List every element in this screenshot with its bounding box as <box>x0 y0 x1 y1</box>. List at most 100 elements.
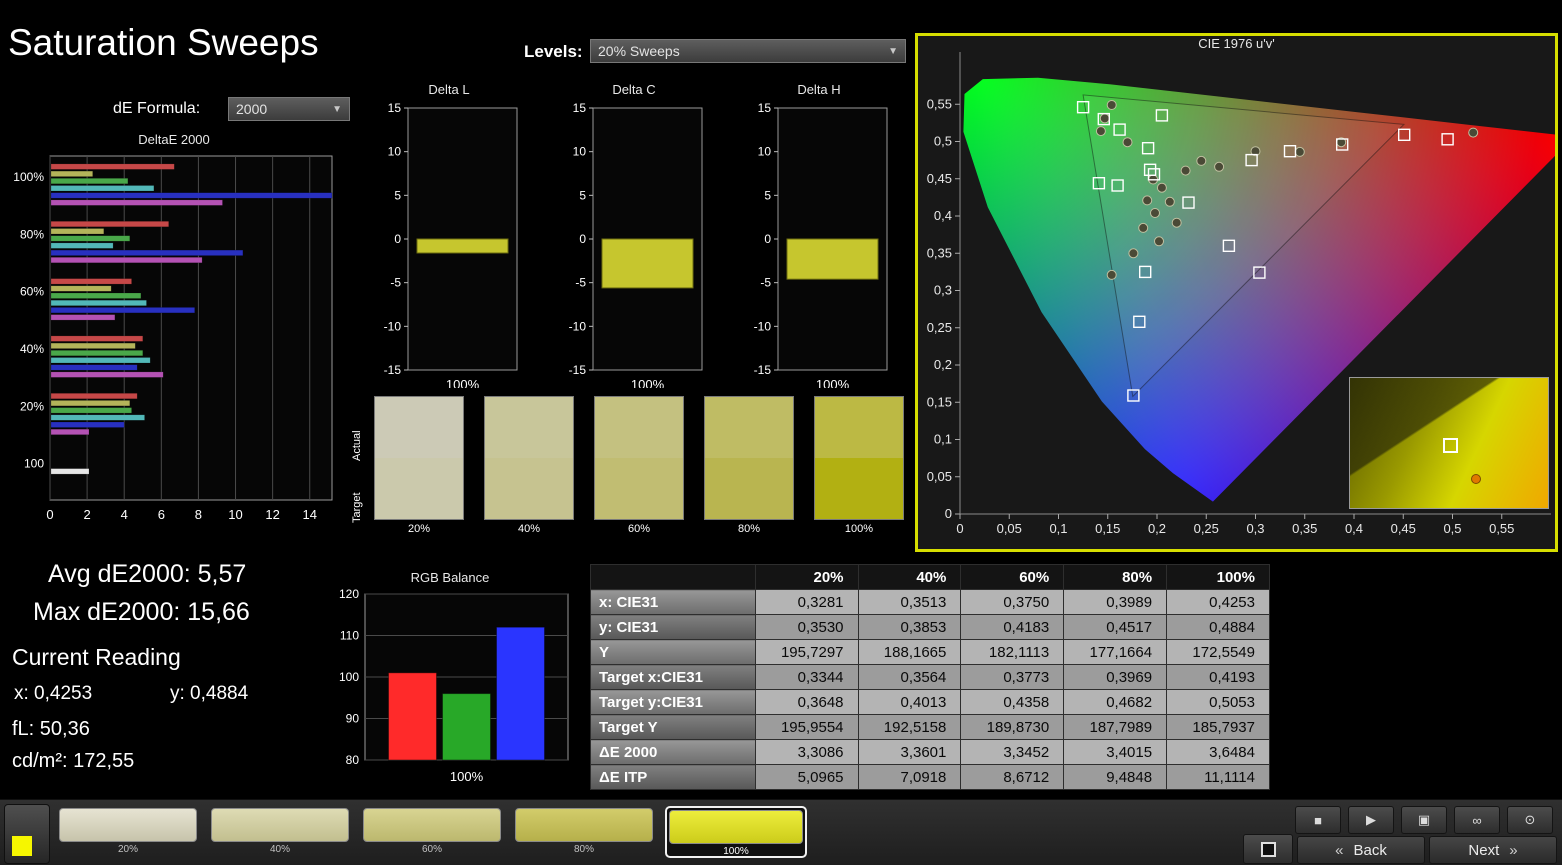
actual-target-swatch <box>704 396 794 520</box>
target-swatch <box>485 458 573 519</box>
table-row-label: ΔE 2000 <box>590 739 756 765</box>
swatch-column-label: 60% <box>627 523 651 535</box>
swatch-column-label: 20% <box>407 523 431 535</box>
pattern-level-swatch <box>515 808 653 842</box>
next-button-label: Next <box>1468 841 1500 859</box>
table-cell: 189,8730 <box>960 714 1065 740</box>
table-cell: 0,3344 <box>754 664 859 690</box>
svg-text:0,35: 0,35 <box>927 245 952 260</box>
loop-icon: ∞ <box>1472 812 1482 828</box>
table-cell: 0,3513 <box>857 589 962 615</box>
svg-text:100: 100 <box>339 670 359 684</box>
svg-text:12: 12 <box>265 507 279 522</box>
max-de2000-value: Max dE2000: 15,66 <box>33 598 250 626</box>
inset-measurement-marker <box>1470 474 1481 485</box>
pattern-level-label: 60% <box>421 844 442 855</box>
pattern-display-button[interactable] <box>1243 834 1293 864</box>
cie-diagram-panel[interactable]: CIE 1976 u'v' 0 0,05 0,1 0,15 0,2 0,25 0,3 0,35… <box>915 33 1558 552</box>
svg-text:40%: 40% <box>20 342 44 356</box>
swatch-column-label: 100% <box>844 523 874 535</box>
svg-text:60%: 60% <box>20 285 44 299</box>
table-column-header: 60% <box>960 564 1065 590</box>
levels-dropdown-value: 20% Sweeps <box>598 43 680 59</box>
table-cell: 0,3281 <box>754 589 859 615</box>
pattern-swatch-icon <box>12 836 32 856</box>
table-cell: 0,4358 <box>960 689 1065 715</box>
pattern-level-button-80%[interactable]: 80% <box>513 806 655 858</box>
svg-text:8: 8 <box>195 507 202 522</box>
svg-text:0,55: 0,55 <box>1489 521 1514 536</box>
swatch-column: 80% <box>704 396 794 535</box>
table-column-header: 40% <box>857 564 962 590</box>
table-cell: 11,1114 <box>1166 764 1270 790</box>
rgb-balance-chart-title: RGB Balance <box>410 570 490 585</box>
svg-text:0,3: 0,3 <box>934 283 952 298</box>
record-icon: ▣ <box>1417 812 1431 827</box>
loop-button[interactable]: ∞ <box>1454 806 1500 834</box>
svg-text:0,4: 0,4 <box>934 208 952 223</box>
swatch-column-label: 40% <box>517 523 541 535</box>
target-swatch <box>595 458 683 519</box>
view-button[interactable]: ⊙ <box>1507 806 1553 834</box>
delta-h-chart-title: Delta H <box>797 82 841 97</box>
actual-target-swatch <box>594 396 684 520</box>
table-cell: 177,1664 <box>1063 639 1168 665</box>
pattern-level-button-40%[interactable]: 40% <box>209 806 351 858</box>
swatch-column-label: 80% <box>737 523 761 535</box>
pattern-level-swatch <box>59 808 197 842</box>
pattern-window-thumbnail[interactable] <box>4 804 50 864</box>
back-button[interactable]: « Back <box>1297 836 1425 864</box>
svg-text:10: 10 <box>388 145 402 159</box>
pattern-level-button-100%[interactable]: 100% <box>665 806 807 858</box>
table-cell: 182,1113 <box>960 639 1065 665</box>
chevron-right-icon: » <box>1509 841 1518 859</box>
svg-text:0,15: 0,15 <box>1095 521 1120 536</box>
actual-row-label: Actual <box>351 430 363 461</box>
actual-swatch <box>375 397 463 458</box>
table-column-header: 80% <box>1063 564 1168 590</box>
actual-target-swatch <box>484 396 574 520</box>
table-cell: 9,4848 <box>1063 764 1168 790</box>
table-row-label: Y <box>590 639 756 665</box>
reading-fl-value: fL: 50,36 <box>12 718 90 740</box>
pattern-level-button-60%[interactable]: 60% <box>361 806 503 858</box>
levels-dropdown[interactable]: 20% Sweeps ▼ <box>590 39 906 63</box>
svg-text:0: 0 <box>579 232 586 246</box>
svg-text:-5: -5 <box>390 276 401 290</box>
svg-text:10: 10 <box>573 145 587 159</box>
stop-icon: ■ <box>1314 812 1322 828</box>
svg-text:80: 80 <box>346 753 360 767</box>
svg-text:15: 15 <box>758 101 772 115</box>
saturation-sweeps-page: Saturation Sweeps Levels: 20% Sweeps ▼ d… <box>0 0 1562 865</box>
deltae-2000-chart-panel: DeltaE 2000 0 2 4 6 8 10 12 14 100% 80% 60% 40% 20% 1… <box>8 132 340 546</box>
table-cell: 3,3601 <box>857 739 962 765</box>
table-row-label: Target y:CIE31 <box>590 689 756 715</box>
svg-text:2: 2 <box>83 507 90 522</box>
table-cell: 7,0918 <box>857 764 962 790</box>
chevron-down-icon: ▼ <box>332 103 342 115</box>
de-formula-dropdown[interactable]: 2000 ▼ <box>228 97 350 121</box>
actual-target-swatch-strip: Actual Target 20% 40% 60% 80% 100% <box>351 388 905 546</box>
record-button[interactable]: ▣ <box>1401 806 1447 834</box>
pattern-level-swatch <box>211 808 349 842</box>
svg-text:100%: 100% <box>13 170 44 184</box>
svg-text:0,4: 0,4 <box>1345 521 1363 536</box>
svg-text:0,5: 0,5 <box>934 134 952 149</box>
table-row-label: Target Y <box>590 714 756 740</box>
table-cell: 3,4015 <box>1063 739 1168 765</box>
back-button-label: Back <box>1353 841 1387 859</box>
play-button[interactable]: ▶ <box>1348 806 1394 834</box>
pattern-level-swatch <box>363 808 501 842</box>
pattern-level-label: 40% <box>269 844 290 855</box>
svg-text:0,15: 0,15 <box>927 394 952 409</box>
next-button[interactable]: Next » <box>1429 836 1557 864</box>
pattern-level-button-20%[interactable]: 20% <box>57 806 199 858</box>
de-formula-dropdown-value: 2000 <box>236 101 268 117</box>
target-swatch <box>375 458 463 519</box>
table-cell: 3,3086 <box>754 739 859 765</box>
table-cell: 0,4884 <box>1166 614 1270 640</box>
svg-text:14: 14 <box>303 507 317 522</box>
stop-button[interactable]: ■ <box>1295 806 1341 834</box>
table-cell: 0,3750 <box>960 589 1065 615</box>
swatch-column: 60% <box>594 396 684 535</box>
